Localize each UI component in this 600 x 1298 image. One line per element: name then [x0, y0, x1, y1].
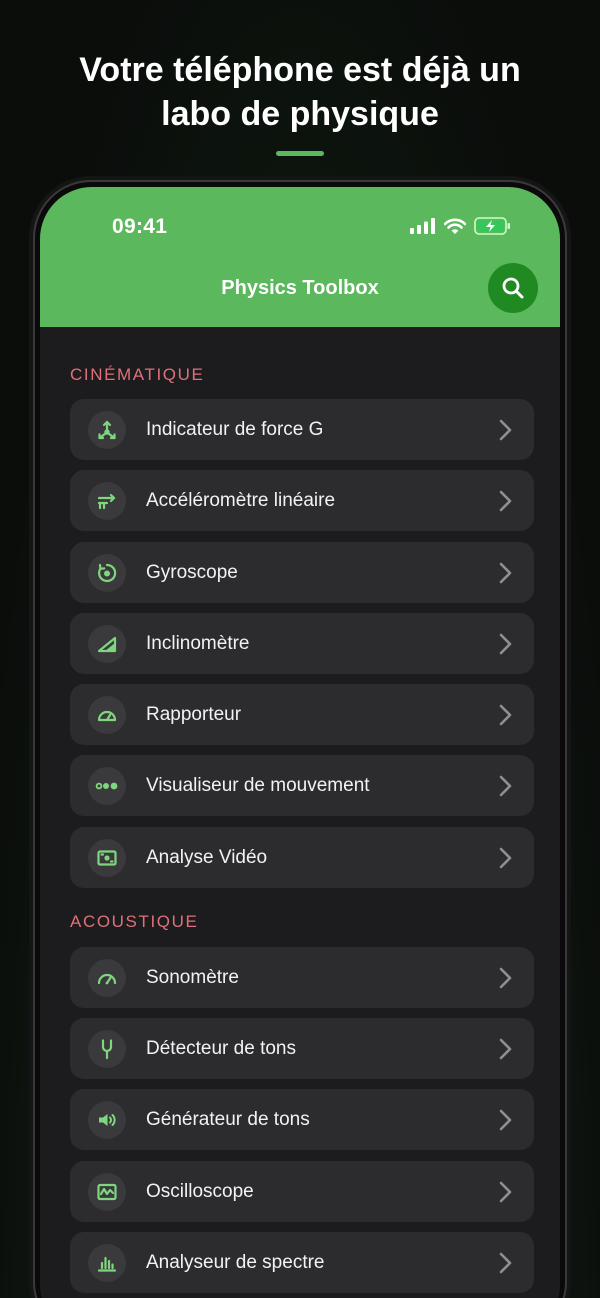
list-item-label: Analyseur de spectre — [146, 1251, 325, 1273]
status-icons — [410, 217, 512, 235]
speaker-icon — [88, 1100, 126, 1139]
chevron-right-icon — [498, 1252, 512, 1274]
list-item-label: Détecteur de tons — [146, 1037, 296, 1059]
chevron-right-icon — [498, 1181, 512, 1203]
list-item-label: Inclinomètre — [146, 632, 250, 654]
chevron-right-icon — [498, 1038, 512, 1060]
list-item-sound-meter[interactable]: Sonomètre — [70, 947, 534, 1008]
headline: Votre téléphone est déjà un labo de phys… — [0, 48, 600, 136]
headline-line-2: labo de physique — [161, 95, 439, 133]
list-item-motion-visualizer[interactable]: Visualiseur de mouvement — [70, 755, 534, 816]
tuning-fork-icon — [88, 1029, 126, 1068]
chevron-right-icon — [498, 847, 512, 869]
list-item-tone-detector[interactable]: Détecteur de tons — [70, 1018, 534, 1079]
video-analysis-icon — [88, 838, 126, 877]
list-item-label: Oscilloscope — [146, 1180, 254, 1202]
list-item-label: Indicateur de force G — [146, 418, 324, 440]
battery-charging-icon — [474, 217, 510, 235]
list-item-label: Générateur de tons — [146, 1108, 310, 1130]
section-title-acoustics: ACOUSTIQUE — [70, 912, 199, 931]
list-item-tone-generator[interactable]: Générateur de tons — [70, 1089, 534, 1150]
list-item-label: Accéléromètre linéaire — [146, 489, 336, 511]
list-item-video-analysis[interactable]: Analyse Vidéo — [70, 827, 534, 888]
list-item-spectrum-analyzer[interactable]: Analyseur de spectre — [70, 1232, 534, 1293]
chevron-right-icon — [498, 633, 512, 655]
linear-accelerometer-icon — [88, 481, 126, 520]
section-title-kinematics: CINÉMATIQUE — [70, 365, 205, 384]
list-item-gyroscope[interactable]: Gyroscope — [70, 542, 534, 603]
protractor-icon — [88, 695, 126, 734]
signal-icon — [410, 218, 435, 234]
search-icon — [502, 277, 524, 299]
list-item-label: Analyse Vidéo — [146, 846, 268, 868]
list-item-g-force[interactable]: Indicateur de force G — [70, 399, 534, 460]
chevron-right-icon — [498, 704, 512, 726]
list-item-protractor[interactable]: Rapporteur — [70, 684, 534, 745]
chevron-right-icon — [498, 1109, 512, 1131]
list-item-linear-accelerometer[interactable]: Accéléromètre linéaire — [70, 470, 534, 531]
wifi-icon — [444, 218, 466, 234]
app-bar: 09:41 Physics Toolbox — [40, 187, 560, 327]
inclinometer-icon — [88, 624, 126, 663]
sound-meter-icon — [88, 958, 126, 997]
search-button[interactable] — [488, 263, 538, 313]
phone-frame: 09:41 Physics Toolbox CINÉMATIQUE Indica… — [33, 180, 567, 1298]
status-time: 09:41 — [112, 215, 168, 238]
gyroscope-icon — [88, 553, 126, 592]
spectrum-analyzer-icon — [88, 1243, 126, 1282]
list-item-inclinometer[interactable]: Inclinomètre — [70, 613, 534, 674]
chevron-right-icon — [498, 419, 512, 441]
chevron-right-icon — [498, 967, 512, 989]
oscilloscope-icon — [88, 1172, 126, 1211]
list-item-label: Gyroscope — [146, 561, 238, 583]
headline-underline — [276, 151, 324, 156]
g-force-icon — [88, 410, 126, 449]
headline-line-1: Votre téléphone est déjà un — [79, 51, 521, 89]
app-title: Physics Toolbox — [221, 277, 379, 299]
list-item-oscilloscope[interactable]: Oscilloscope — [70, 1161, 534, 1222]
motion-visualizer-icon — [88, 766, 126, 805]
list-item-label: Visualiseur de mouvement — [146, 774, 370, 796]
list-item-label: Rapporteur — [146, 703, 242, 725]
phone-screen: 09:41 Physics Toolbox CINÉMATIQUE Indica… — [40, 187, 560, 1298]
chevron-right-icon — [498, 490, 512, 512]
list-item-label: Sonomètre — [146, 966, 239, 988]
chevron-right-icon — [498, 775, 512, 797]
chevron-right-icon — [498, 562, 512, 584]
